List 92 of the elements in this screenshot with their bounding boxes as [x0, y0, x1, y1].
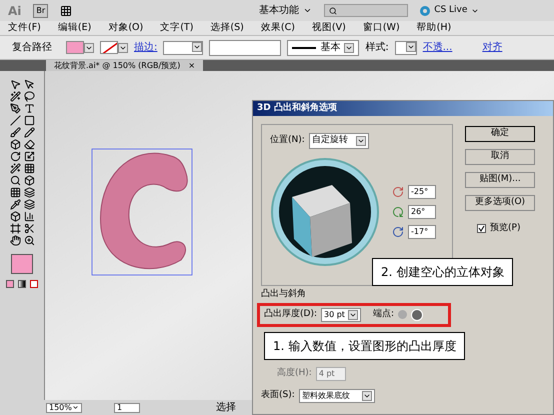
position-dropdown[interactable]: 自定旋转	[308, 133, 369, 148]
menu-item[interactable]: 帮助(H)	[416, 23, 452, 33]
variable-width-dropdown[interactable]	[209, 40, 282, 56]
menu-item[interactable]: 视图(V)	[312, 23, 346, 33]
menu-item[interactable]: 对象(O)	[108, 23, 144, 33]
lasso-icon[interactable]	[24, 91, 34, 102]
slice-icon[interactable]	[24, 223, 34, 234]
caret-icon	[72, 404, 79, 411]
extrude-section-title: 凸出与斜角	[261, 288, 306, 301]
dialog-button[interactable]: 贴图(M)...	[465, 172, 535, 188]
rectangle-icon[interactable]	[24, 115, 34, 126]
depth-field[interactable]: 30 pt	[321, 308, 361, 322]
pen-icon[interactable]	[10, 103, 20, 114]
preview-label: 预览(P)	[490, 222, 520, 235]
current-tool-label: 选择	[216, 400, 236, 415]
eyedropper-icon[interactable]	[10, 199, 20, 210]
dialog-button[interactable]: 取消	[465, 149, 535, 165]
workspace-dropdown[interactable]: 基本功能	[259, 3, 312, 18]
stroke-swatch[interactable]	[100, 41, 128, 54]
mesh-icon[interactable]	[10, 187, 20, 198]
search-icon	[329, 6, 338, 14]
line-icon[interactable]	[10, 115, 20, 126]
menu-item[interactable]: 选择(S)	[210, 23, 244, 33]
dialog-button[interactable]: 更多选项(O)	[465, 195, 535, 211]
opacity-link[interactable]: 不透...	[422, 40, 452, 55]
rotate-icon[interactable]	[10, 151, 20, 162]
callout-box: 1. 输入数值，设置图形的凸出厚度	[264, 332, 466, 360]
gradient-icon[interactable]	[24, 187, 34, 198]
menu-item[interactable]: 效果(C)	[260, 23, 295, 33]
height-label: 高度(H):	[277, 366, 312, 380]
magic-wand-icon[interactable]	[10, 91, 20, 102]
gradient-mode-icon[interactable]	[18, 280, 26, 288]
preview-checkbox[interactable]	[477, 224, 486, 234]
zoom-icon[interactable]	[24, 235, 34, 246]
shape-builder-icon[interactable]	[10, 175, 20, 186]
z-axis-rotation-icon	[392, 226, 404, 238]
menu-item[interactable]: 编辑(E)	[58, 23, 92, 33]
search-field[interactable]	[324, 4, 408, 17]
caret-icon	[303, 6, 312, 15]
cs-live-button[interactable]: CS Live	[420, 4, 480, 18]
free-transform-icon[interactable]	[24, 163, 34, 174]
hand-icon[interactable]	[10, 235, 20, 246]
position-label: 位置(N):	[270, 134, 305, 147]
color-mode-icon[interactable]	[6, 280, 14, 288]
rotation-angle-field[interactable]: -17°	[408, 224, 436, 238]
stroke-link[interactable]: 描边:	[134, 40, 158, 55]
selection-arrow-icon[interactable]	[10, 79, 20, 90]
style-label: 样式:	[365, 40, 389, 55]
warp-icon[interactable]	[10, 163, 20, 174]
scale-icon[interactable]	[24, 151, 34, 162]
rotation-angle-field[interactable]: 26°	[408, 204, 436, 218]
height-field[interactable]: 4 pt	[316, 366, 346, 380]
document-title: 花纹背景.ai* @ 150% (RGB/预览)	[54, 62, 180, 70]
stroke-weight-dropdown[interactable]	[163, 40, 204, 54]
artboard-icon[interactable]	[10, 223, 20, 234]
type-icon[interactable]	[24, 103, 34, 114]
close-tab-button[interactable]: ×	[188, 62, 196, 70]
cap-on-icon[interactable]	[411, 308, 424, 320]
align-link[interactable]: 对齐	[482, 40, 502, 55]
arrange-documents-icon[interactable]	[60, 4, 72, 16]
app-logo: Ai	[8, 2, 22, 20]
none-mode-icon[interactable]	[30, 280, 38, 288]
y-axis-rotation-icon	[392, 206, 404, 218]
graph-icon[interactable]	[24, 211, 34, 222]
page-number-field[interactable]: 1	[114, 402, 140, 412]
zoom-dropdown[interactable]: 150%	[46, 402, 82, 412]
dialog-button[interactable]: 确定	[465, 126, 535, 142]
blend-icon[interactable]	[24, 199, 34, 210]
rotation-cube-drawing[interactable]	[270, 156, 380, 266]
brush-name: 基本	[320, 40, 340, 55]
bridge-button[interactable]: Br	[33, 4, 48, 18]
dialog-title: 3D 凸出和斜角选项	[257, 102, 337, 115]
style-dropdown[interactable]	[394, 40, 417, 54]
rotation-angle-field[interactable]: -25°	[408, 184, 436, 198]
fill-color-swatch[interactable]	[11, 254, 33, 274]
callout-box: 2. 创建空心的立体对象	[372, 258, 514, 286]
document-tab[interactable]: 花纹背景.ai* @ 150% (RGB/预览) ×	[46, 60, 204, 71]
brush-icon[interactable]	[10, 127, 20, 138]
object-type-label: 复合路径	[12, 41, 52, 55]
direct-selection-icon[interactable]	[24, 79, 34, 90]
surface-label: 表面(S):	[261, 388, 295, 402]
brush-definition-dropdown[interactable]: 基本	[287, 40, 360, 56]
eraser-icon[interactable]	[24, 139, 34, 150]
menu-item[interactable]: 文字(T)	[160, 23, 194, 33]
fill-swatch[interactable]	[66, 41, 94, 54]
menu-item[interactable]: 文件(F)	[8, 23, 41, 33]
depth-label: 凸出厚度(D):	[264, 308, 317, 321]
pencil-icon[interactable]	[24, 127, 34, 138]
surface-dropdown[interactable]: 塑料效果底纹	[298, 388, 375, 402]
menu-item[interactable]: 窗口(W)	[362, 23, 400, 33]
cap-label: 端点:	[373, 308, 394, 321]
x-axis-rotation-icon	[392, 186, 404, 198]
